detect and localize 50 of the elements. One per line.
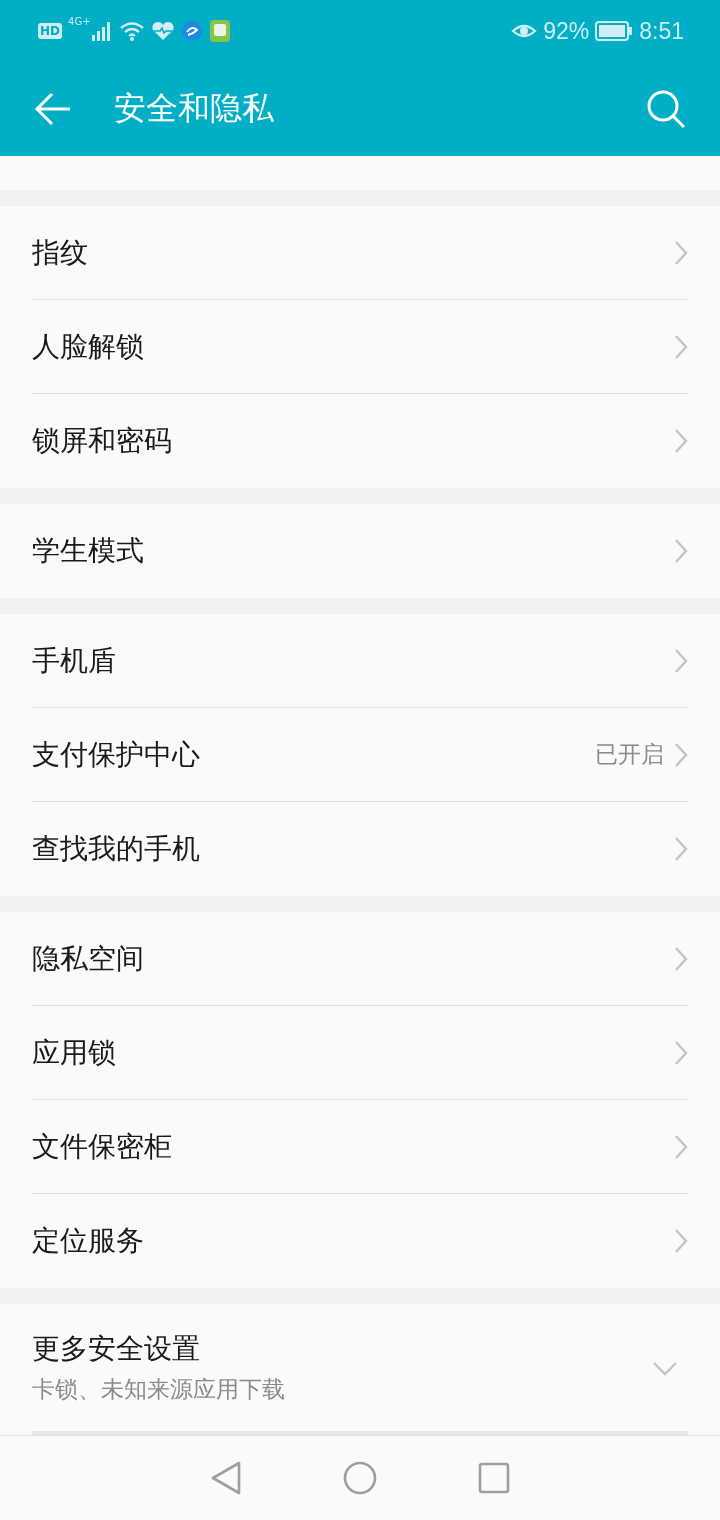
item-label: 更多安全设置 xyxy=(32,1331,201,1367)
item-subtitle: 卡锁、未知来源应用下载 xyxy=(32,1375,286,1404)
status-time: 8:51 xyxy=(639,17,684,45)
wifi-icon xyxy=(118,21,145,41)
settings-item[interactable]: 应用锁 xyxy=(32,1006,688,1100)
chevron-right-icon xyxy=(674,428,688,454)
chevron-right-icon xyxy=(674,333,688,360)
home-icon[interactable] xyxy=(342,1460,378,1496)
item-label: 查找我的手机 xyxy=(32,831,201,867)
app-icon xyxy=(208,19,231,43)
chevron-right-icon xyxy=(674,1133,688,1160)
chevron-right-icon xyxy=(674,239,688,266)
settings-item[interactable]: 查找我的手机 xyxy=(32,802,688,896)
item-label: 人脸解锁 xyxy=(32,328,145,365)
settings-item[interactable]: 定位服务 xyxy=(32,1194,688,1288)
settings-item[interactable]: 支付保护中心 已开启 xyxy=(32,708,688,802)
item-label: 锁屏和密码 xyxy=(32,423,173,459)
back-icon[interactable] xyxy=(210,1460,242,1496)
chevron-right-icon xyxy=(674,945,688,972)
chevron-right-icon xyxy=(674,647,688,674)
chevron-right-icon xyxy=(674,836,688,862)
item-label: 文件保密柜 xyxy=(32,1128,173,1165)
page-title: 安全和隐私 xyxy=(114,88,275,129)
settings-item[interactable]: 指纹 xyxy=(32,206,688,300)
signal-icon xyxy=(90,21,113,41)
item-label: 手机盾 xyxy=(32,642,117,679)
chevron-right-icon xyxy=(674,538,688,564)
item-label: 支付保护中心 xyxy=(32,736,201,773)
battery-percent: 92% xyxy=(543,17,590,45)
search-icon[interactable] xyxy=(646,89,686,129)
chevron-right-icon xyxy=(674,1039,688,1066)
item-label: 学生模式 xyxy=(32,533,145,569)
app-icon xyxy=(180,20,203,42)
item-label: 应用锁 xyxy=(32,1034,117,1071)
battery-icon xyxy=(595,21,634,41)
settings-item[interactable]: 手机盾 xyxy=(32,614,688,708)
recents-icon[interactable] xyxy=(478,1462,510,1494)
chevron-right-icon xyxy=(674,741,688,768)
heart-icon xyxy=(150,21,175,41)
item-label: 定位服务 xyxy=(32,1223,145,1259)
settings-item[interactable]: 人脸解锁 xyxy=(32,300,688,394)
chevron-right-icon xyxy=(674,1228,688,1254)
hd-icon: HD xyxy=(38,23,62,39)
network-label: 4G+ xyxy=(68,16,91,27)
item-label: 指纹 xyxy=(32,234,89,271)
item-label: 隐私空间 xyxy=(32,940,145,977)
item-value: 已开启 xyxy=(595,740,664,769)
settings-item[interactable]: 隐私空间 xyxy=(32,912,688,1006)
settings-item[interactable]: 锁屏和密码 xyxy=(32,394,688,488)
settings-item[interactable]: 文件保密柜 xyxy=(32,1100,688,1194)
